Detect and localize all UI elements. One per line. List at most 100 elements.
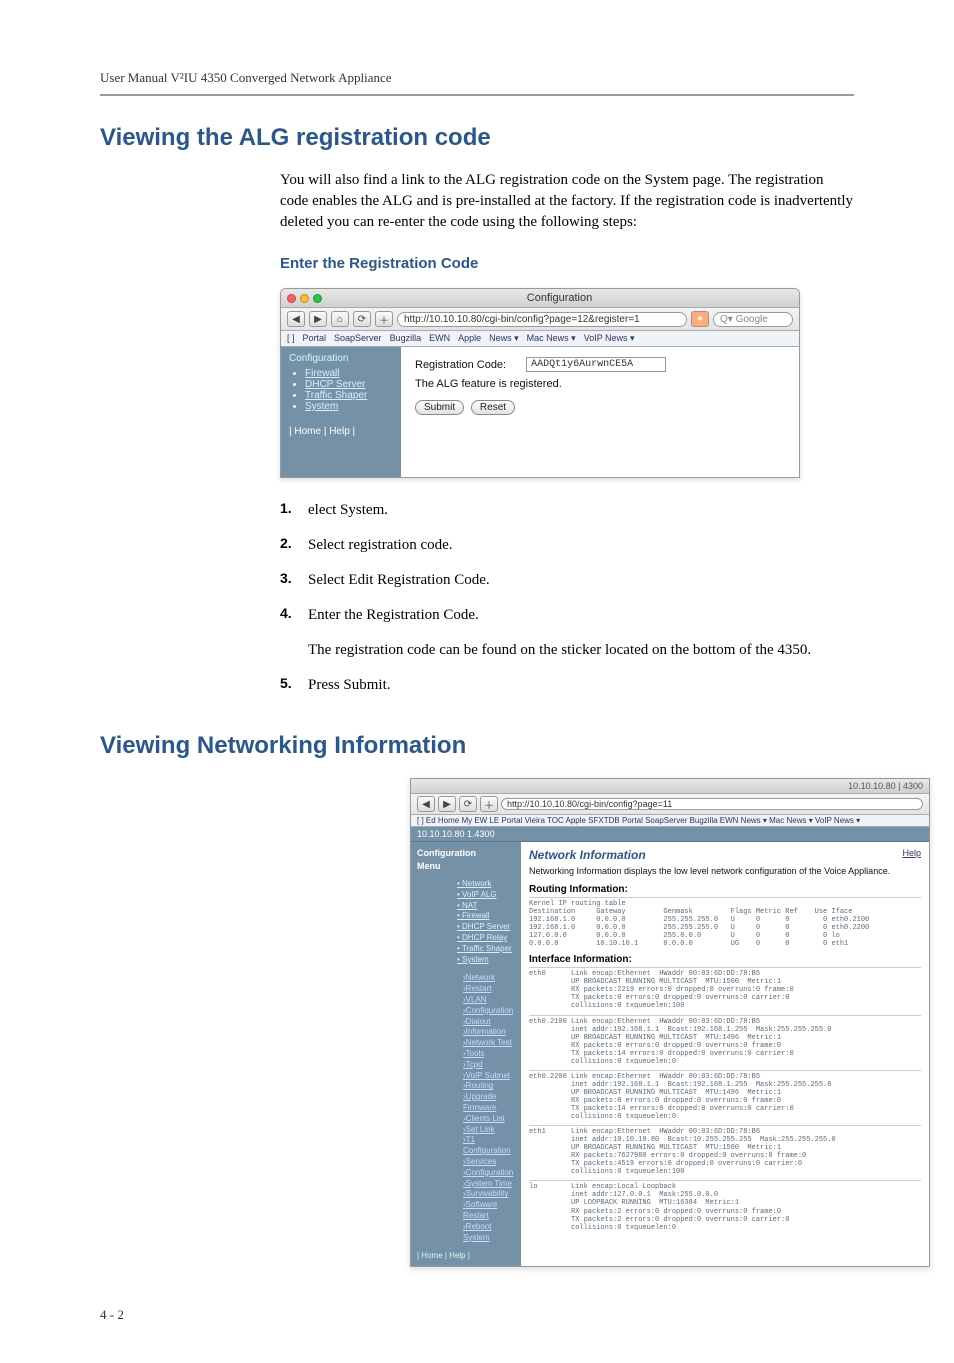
step-num: 2. bbox=[280, 535, 308, 556]
panel-desc: Networking Information displays the low … bbox=[529, 866, 921, 876]
sidebar-subitem[interactable]: ›Reboot System bbox=[457, 1222, 515, 1244]
bm-item[interactable]: News ▾ bbox=[489, 333, 519, 344]
back-button[interactable]: ◀ bbox=[417, 796, 435, 812]
brand-bar: 10.10.10.80 1.4300 bbox=[411, 827, 929, 842]
reset-button[interactable]: Reset bbox=[471, 400, 515, 415]
sidebar-subitem[interactable]: ›VoIP Subnet bbox=[457, 1071, 515, 1082]
sidebar-subitem[interactable]: ›VLAN bbox=[457, 995, 515, 1006]
sidebar-footer: | Home | Help | bbox=[417, 1251, 515, 1260]
window-titlebar: Configuration bbox=[281, 289, 799, 308]
sidebar-item[interactable]: • Firewall bbox=[457, 911, 515, 922]
sidebar-item[interactable]: • DHCP Server bbox=[457, 922, 515, 933]
window-title-2: 10.10.10.80 | 4300 bbox=[411, 779, 929, 794]
sidebar-subitem[interactable]: ›Upgrade Firmware bbox=[457, 1092, 515, 1114]
step-text: Select Edit Registration Code. bbox=[308, 570, 854, 591]
submit-button[interactable]: Submit bbox=[415, 400, 464, 415]
sidebar-subitem[interactable]: ›Clients List bbox=[457, 1114, 515, 1125]
bm-item[interactable]: [ ] bbox=[287, 333, 295, 344]
sidebar-subitem[interactable]: ›Services bbox=[457, 1157, 515, 1168]
sidebar-subitem[interactable]: ›Software Restart bbox=[457, 1200, 515, 1222]
bm-item[interactable]: EWN bbox=[429, 333, 450, 344]
interface-block: eth0.2100 Link encap:Ethernet HWaddr 00:… bbox=[529, 1015, 921, 1066]
config-sidebar: Configuration Firewall DHCP Server Traff… bbox=[281, 347, 401, 477]
add-button[interactable]: ＋ bbox=[375, 311, 393, 327]
sidebar-subitem[interactable]: ›Information bbox=[457, 1027, 515, 1038]
interface-block: eth1 Link encap:Ethernet HWaddr 00:03:6D… bbox=[529, 1125, 921, 1176]
sidebar-item[interactable]: • Traffic Shaper bbox=[457, 944, 515, 955]
main-pane: Registration Code: The ALG feature is re… bbox=[401, 347, 799, 477]
reload-button[interactable]: ⟳ bbox=[353, 311, 371, 327]
sidebar-item[interactable]: • DHCP Relay bbox=[457, 933, 515, 944]
page-number: 4 - 2 bbox=[100, 1307, 854, 1323]
bm-item[interactable]: Mac News ▾ bbox=[527, 333, 576, 344]
back-button[interactable]: ◀ bbox=[287, 311, 305, 327]
sidebar-item[interactable]: • VoIP ALG bbox=[457, 890, 515, 901]
interface-heading: Interface Information: bbox=[529, 954, 921, 965]
config-sidebar-2: Configuration Menu • Network• VoIP ALG• … bbox=[411, 842, 521, 1266]
rss-icon[interactable]: ✶ bbox=[691, 311, 709, 327]
screenshot-reg-code: Configuration ◀ ▶ ⌂ ⟳ ＋ http://10.10.10.… bbox=[280, 288, 800, 478]
bm-item[interactable]: Bugzilla bbox=[390, 333, 422, 344]
sidebar-subitem[interactable]: ›T1 Configuration bbox=[457, 1135, 515, 1157]
sidebar-footer: | Home | Help | bbox=[289, 426, 393, 437]
sidebar-heading: Configuration bbox=[417, 848, 515, 858]
zoom-icon bbox=[313, 294, 322, 303]
subheading-enter-reg: Enter the Registration Code bbox=[280, 255, 854, 272]
help-link[interactable]: Help bbox=[902, 848, 921, 858]
screenshot-netinfo: 10.10.10.80 | 4300 ◀ ▶ ⟳ ＋ http://10.10.… bbox=[410, 778, 930, 1267]
step-text: Select registration code. bbox=[308, 535, 854, 556]
forward-button[interactable]: ▶ bbox=[438, 796, 456, 812]
sidebar-heading: Menu bbox=[417, 861, 515, 871]
sidebar-item-firewall[interactable]: Firewall bbox=[305, 368, 339, 379]
step-num: 1. bbox=[280, 500, 308, 521]
step-text: Enter the Registration Code. bbox=[308, 605, 854, 626]
reload-button[interactable]: ⟳ bbox=[459, 796, 477, 812]
add-button[interactable]: ＋ bbox=[480, 796, 498, 812]
window-title: Configuration bbox=[326, 292, 793, 304]
sidebar-subitem[interactable]: ›Configuration bbox=[457, 1006, 515, 1017]
bm-item[interactable]: VoIP News ▾ bbox=[584, 333, 635, 344]
bm-item[interactable]: SoapServer bbox=[334, 333, 382, 344]
forward-button[interactable]: ▶ bbox=[309, 311, 327, 327]
sidebar-item[interactable]: • System bbox=[457, 955, 515, 966]
close-icon bbox=[287, 294, 296, 303]
sidebar-subitem[interactable]: ›Survivability bbox=[457, 1189, 515, 1200]
bm-item[interactable]: Portal bbox=[303, 333, 327, 344]
reg-status-msg: The ALG feature is registered. bbox=[415, 378, 785, 390]
main-pane-2: Help Network Information Networking Info… bbox=[521, 842, 929, 1266]
browser-toolbar-2: ◀ ▶ ⟳ ＋ http://10.10.10.80/cgi-bin/confi… bbox=[411, 794, 929, 815]
sidebar-subitem[interactable]: ›Network bbox=[457, 973, 515, 984]
sidebar-item-dhcp[interactable]: DHCP Server bbox=[305, 379, 365, 390]
heading-alg: Viewing the ALG registration code bbox=[100, 124, 854, 152]
sidebar-subitem[interactable]: ›Dialout bbox=[457, 1017, 515, 1028]
reg-code-input[interactable] bbox=[526, 357, 666, 372]
sidebar-subitem[interactable]: ›Tcpd bbox=[457, 1060, 515, 1071]
intro-paragraph: You will also find a link to the ALG reg… bbox=[280, 170, 854, 233]
routing-heading: Routing Information: bbox=[529, 884, 921, 895]
sidebar-item-system[interactable]: System bbox=[305, 401, 338, 412]
doc-header: User Manual V²IU 4350 Converged Network … bbox=[100, 70, 854, 96]
sidebar-item[interactable]: • NAT bbox=[457, 901, 515, 912]
url-field[interactable]: http://10.10.10.80/cgi-bin/config?page=1… bbox=[397, 312, 687, 327]
sidebar-subitem[interactable]: ›Tools bbox=[457, 1049, 515, 1060]
interface-block: lo Link encap:Local Loopback inet addr:1… bbox=[529, 1180, 921, 1231]
url-field-2[interactable]: http://10.10.10.80/cgi-bin/config?page=1… bbox=[501, 798, 923, 810]
minimize-icon bbox=[300, 294, 309, 303]
sidebar-subitem[interactable]: ›Restart bbox=[457, 984, 515, 995]
bookmarks-bar-2: [ ] Ed Home My EW LE Portal Vieira TOC A… bbox=[411, 815, 929, 827]
steps-list: 1.elect System. 2.Select registration co… bbox=[280, 500, 854, 626]
search-field[interactable]: Q▾ Google bbox=[713, 312, 793, 327]
sidebar-subitem[interactable]: ›Set Link bbox=[457, 1125, 515, 1136]
sidebar-subitem[interactable]: ›Configuration bbox=[457, 1168, 515, 1179]
home-button[interactable]: ⌂ bbox=[331, 311, 349, 327]
reg-code-label: Registration Code: bbox=[415, 359, 506, 371]
sidebar-item[interactable]: • Network bbox=[457, 879, 515, 890]
bookmarks-bar: [ ] Portal SoapServer Bugzilla EWN Apple… bbox=[281, 331, 799, 347]
sidebar-subitem[interactable]: ›Routing bbox=[457, 1081, 515, 1092]
sidebar-subitem[interactable]: ›Network Test bbox=[457, 1038, 515, 1049]
interface-block: eth0 Link encap:Ethernet HWaddr 00:03:6D… bbox=[529, 967, 921, 1010]
sidebar-item-traffic[interactable]: Traffic Shaper bbox=[305, 390, 367, 401]
sidebar-subitem[interactable]: ›System Time bbox=[457, 1179, 515, 1190]
bm-item[interactable]: Apple bbox=[458, 333, 481, 344]
heading-netinfo: Viewing Networking Information bbox=[100, 732, 854, 760]
